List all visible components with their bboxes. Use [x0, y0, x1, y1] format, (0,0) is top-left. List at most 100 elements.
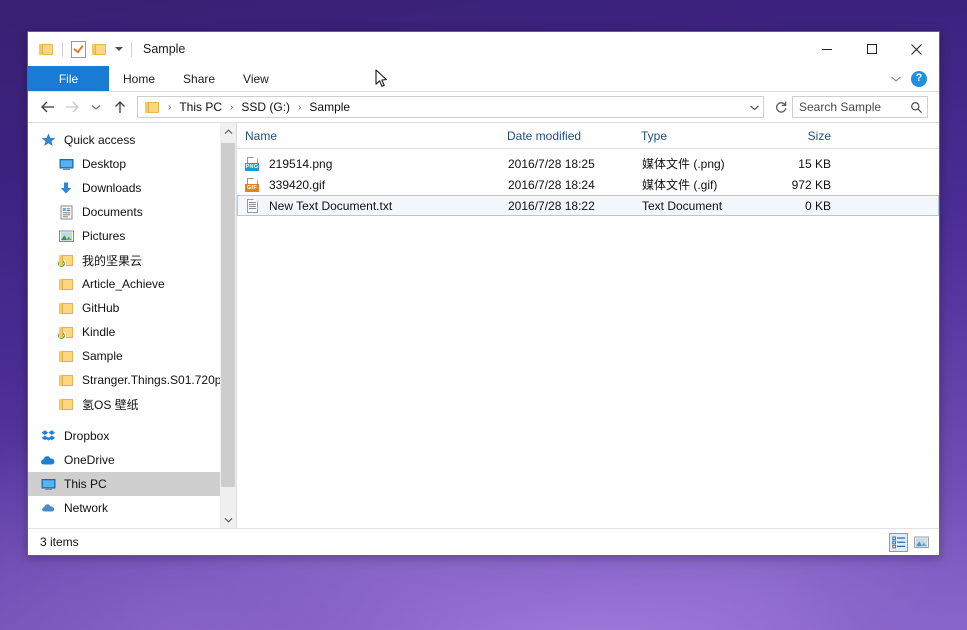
table-row[interactable]: PNG 219514.png 2016/7/28 18:25 媒体文件 (.pn… — [237, 153, 939, 174]
column-header-size[interactable]: Size — [751, 129, 837, 143]
customize-caret-icon[interactable] — [115, 47, 123, 51]
forward-button[interactable] — [60, 95, 84, 119]
recent-locations-button[interactable] — [84, 95, 108, 119]
sync-ok-badge-icon — [57, 331, 66, 340]
sidebar-item-onedrive[interactable]: OneDrive — [28, 448, 236, 472]
file-name-cell[interactable]: PNG 219514.png — [238, 156, 500, 172]
file-name-label: 339420.gif — [269, 178, 325, 192]
maximize-button[interactable] — [849, 32, 894, 66]
sidebar-item-github[interactable]: GitHub — [28, 296, 236, 320]
folder-icon[interactable] — [39, 43, 54, 56]
scroll-up-button[interactable] — [220, 123, 236, 140]
help-icon[interactable]: ? — [911, 71, 927, 87]
sidebar-item-label: 氢OS 壁纸 — [82, 396, 139, 413]
toolbar-divider-2 — [131, 42, 132, 57]
network-icon — [40, 500, 56, 516]
table-row[interactable]: GIF 339420.gif 2016/7/28 18:24 媒体文件 (.gi… — [237, 174, 939, 195]
sidebar-item-pictures[interactable]: Pictures — [28, 224, 236, 248]
sync-ok-badge-icon — [57, 259, 66, 268]
sidebar-item-label: 我的坚果云 — [82, 252, 142, 269]
address-dropdown-icon[interactable] — [745, 104, 763, 111]
chevron-down-icon[interactable] — [890, 72, 902, 86]
up-button[interactable] — [108, 95, 132, 119]
sidebar-item-label: Pictures — [82, 229, 125, 243]
monitor-icon — [58, 156, 74, 172]
sidebar-item-label: Documents — [82, 205, 143, 219]
sidebar-item-network[interactable]: Network — [28, 496, 236, 520]
scroll-down-button[interactable] — [220, 511, 236, 528]
tab-file[interactable]: File — [28, 66, 109, 91]
file-name-cell[interactable]: GIF 339420.gif — [238, 177, 500, 193]
large-icons-view-button[interactable] — [912, 533, 931, 552]
breadcrumb-item-sample[interactable]: Sample — [307, 100, 352, 114]
tab-view[interactable]: View — [229, 66, 283, 91]
search-icon[interactable] — [905, 101, 927, 114]
folder-icon — [58, 348, 74, 364]
breadcrumb-separator-2[interactable]: › — [292, 102, 307, 113]
breadcrumb: › This PC › SSD (G:) › Sample — [138, 100, 745, 114]
documents-icon — [58, 204, 74, 220]
column-header-name[interactable]: Name — [237, 129, 499, 143]
scrollbar-thumb[interactable] — [221, 143, 235, 487]
scrollbar-track[interactable] — [220, 140, 236, 511]
new-folder-icon[interactable] — [92, 43, 107, 56]
sidebar-item-sample[interactable]: Sample — [28, 344, 236, 368]
properties-icon[interactable] — [71, 41, 86, 58]
breadcrumb-folder-icon[interactable] — [145, 101, 160, 114]
file-size-cell: 0 KB — [752, 199, 838, 213]
sidebar-item-label: Kindle — [82, 325, 115, 339]
tab-share[interactable]: Share — [169, 66, 229, 91]
file-date-cell: 2016/7/28 18:24 — [500, 178, 634, 192]
view-toggle-group — [889, 533, 931, 552]
file-size-cell: 972 KB — [752, 178, 838, 192]
column-header-row: Name Date modified Type Size — [237, 123, 939, 149]
minimize-button[interactable] — [804, 32, 849, 66]
sidebar-item-quick-access[interactable]: Quick access — [28, 128, 236, 152]
folder-icon — [58, 324, 74, 340]
breadcrumb-item-ssd-g[interactable]: SSD (G:) — [239, 100, 292, 114]
sidebar-item-stranger-things[interactable]: Stranger.Things.S01.720p.N — [28, 368, 236, 392]
sidebar-item-documents[interactable]: Documents — [28, 200, 236, 224]
breadcrumb-item-this-pc[interactable]: This PC — [177, 100, 224, 114]
sidebar-item-desktop[interactable]: Desktop — [28, 152, 236, 176]
sidebar-item-article-achieve[interactable]: Article_Achieve — [28, 272, 236, 296]
sidebar-item-label: Dropbox — [64, 429, 109, 443]
breadcrumb-separator-0[interactable]: › — [162, 102, 177, 113]
file-name-cell[interactable]: New Text Document.txt — [238, 198, 500, 214]
folder-icon — [58, 396, 74, 412]
column-header-date-modified[interactable]: Date modified — [499, 129, 633, 143]
status-bar: 3 items — [28, 528, 939, 555]
monitor-icon — [40, 476, 56, 492]
text-file-icon — [245, 198, 261, 214]
sidebar-item-kindle[interactable]: Kindle — [28, 320, 236, 344]
refresh-button[interactable] — [770, 96, 792, 118]
details-view-button[interactable] — [889, 533, 908, 552]
search-box[interactable] — [792, 96, 928, 118]
sidebar-item-label: Network — [64, 501, 108, 515]
png-badge-label: PNG — [245, 163, 259, 171]
navigation-list: Quick access Desktop — [28, 123, 236, 520]
close-button[interactable] — [894, 32, 939, 66]
sidebar-item-dropbox[interactable]: Dropbox — [28, 424, 236, 448]
folder-icon — [58, 276, 74, 292]
sidebar-item-nutstore[interactable]: 我的坚果云 — [28, 248, 236, 272]
sidebar-item-label: This PC — [64, 477, 107, 491]
sidebar-item-label: Sample — [82, 349, 123, 363]
table-row[interactable]: New Text Document.txt 2016/7/28 18:22 Te… — [237, 195, 939, 216]
navigation-scrollbar[interactable] — [220, 123, 236, 528]
toolbar-divider — [62, 42, 63, 57]
address-bar: › This PC › SSD (G:) › Sample — [28, 92, 939, 122]
sidebar-item-this-pc[interactable]: This PC — [28, 472, 236, 496]
tab-home[interactable]: Home — [109, 66, 169, 91]
back-button[interactable] — [36, 95, 60, 119]
sidebar-item-label: Article_Achieve — [82, 277, 165, 291]
sidebar-item-downloads[interactable]: Downloads — [28, 176, 236, 200]
column-header-type[interactable]: Type — [633, 129, 751, 143]
breadcrumb-separator-1[interactable]: › — [224, 102, 239, 113]
sidebar-item-label: Quick access — [64, 133, 135, 147]
column-header-label: Name — [245, 129, 277, 143]
search-input[interactable] — [793, 99, 905, 115]
breadcrumb-bar[interactable]: › This PC › SSD (G:) › Sample — [137, 96, 764, 118]
sidebar-item-hydrogen-os-wallpaper[interactable]: 氢OS 壁纸 — [28, 392, 236, 416]
gif-file-icon: GIF — [245, 177, 261, 193]
